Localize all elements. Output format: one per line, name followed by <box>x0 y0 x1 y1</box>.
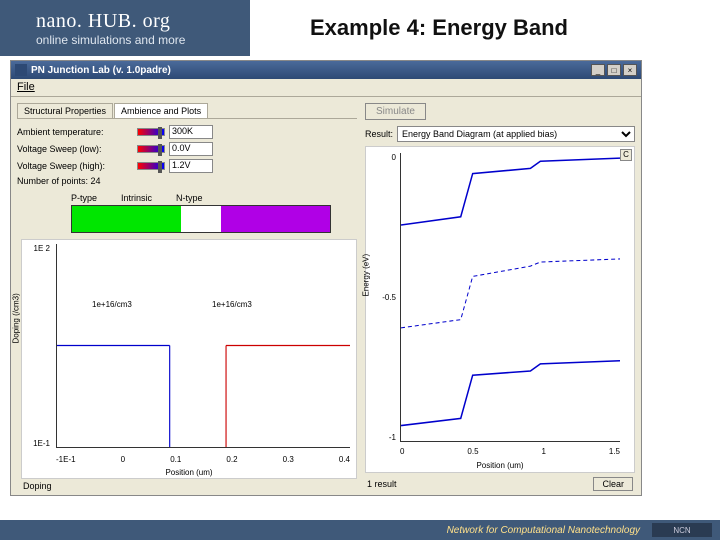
energy-ytick: -1 <box>378 433 396 442</box>
window-title: PN Junction Lab (v. 1.0padre) <box>31 65 589 76</box>
doping-ytick: 1E-1 <box>24 439 50 448</box>
menu-bar: File <box>11 79 641 97</box>
param-vlow: Voltage Sweep (low): 0.0V <box>17 142 357 156</box>
doping-ytick: 1E 2 <box>24 244 50 253</box>
doping-xtick: 0.3 <box>283 455 294 464</box>
doping-xtick: 0.4 <box>339 455 350 464</box>
tab-ambient[interactable]: Ambience and Plots <box>114 103 208 118</box>
minimize-button[interactable]: _ <box>591 64 605 76</box>
doping-xtick: 0.1 <box>170 455 181 464</box>
result-footer: 1 result Clear <box>365 477 635 491</box>
energy-plot-area <box>400 153 620 442</box>
header-title-area: Example 4: Energy Band <box>250 0 720 56</box>
doping-xtick: 0 <box>121 455 125 464</box>
doping-bottom-label: Doping <box>17 479 357 491</box>
energy-xtick: 0 <box>400 447 404 456</box>
page-title: Example 4: Energy Band <box>310 15 568 41</box>
tab-structural[interactable]: Structural Properties <box>17 103 113 118</box>
temperature-value[interactable]: 300K <box>169 125 213 139</box>
doping-xtick: 0.2 <box>226 455 237 464</box>
app-window: PN Junction Lab (v. 1.0padre) _ □ × File… <box>10 60 642 496</box>
vlow-label: Voltage Sweep (low): <box>17 144 137 154</box>
region-n-segment <box>221 206 330 232</box>
region-i-segment <box>181 206 222 232</box>
brand-subtitle: online simulations and more <box>36 33 250 47</box>
energy-ytick: 0 <box>378 153 396 162</box>
simulate-button[interactable]: Simulate <box>365 103 426 120</box>
temperature-label: Ambient temperature: <box>17 127 137 137</box>
doping-xaxis: -1E-1 0 0.1 0.2 0.3 0.4 <box>56 455 350 464</box>
page-header: nano. HUB. org online simulations and mo… <box>0 0 720 56</box>
result-count: 1 result <box>367 479 397 489</box>
left-panel: Structural Properties Ambience and Plots… <box>11 97 361 495</box>
energy-xtick: 1.5 <box>609 447 620 456</box>
doping-ylabel: Doping (/cm3) <box>12 293 21 343</box>
energy-xtick: 1 <box>541 447 545 456</box>
region-n-label: N-type <box>176 193 203 203</box>
vlow-slider[interactable] <box>137 145 165 153</box>
page-footer: Network for Computational Nanotechnology… <box>0 520 720 540</box>
clear-button[interactable]: Clear <box>593 477 633 491</box>
doping-annot-p: 1e+16/cm3 <box>92 300 132 309</box>
close-button[interactable]: × <box>623 64 637 76</box>
energy-ytick: -0.5 <box>378 293 396 302</box>
param-vhigh: Voltage Sweep (high): 1.2V <box>17 159 357 173</box>
region-i-label: Intrinsic <box>121 193 152 203</box>
chart-corner-button[interactable]: C <box>620 149 632 161</box>
result-row: Result: Energy Band Diagram (at applied … <box>365 126 635 142</box>
app-icon <box>15 64 27 76</box>
menu-file[interactable]: File <box>17 81 35 93</box>
doping-xlabel: Position (um) <box>22 468 356 477</box>
vhigh-value[interactable]: 1.2V <box>169 159 213 173</box>
footer-logo: NCN <box>652 523 712 537</box>
energy-chart: C Energy (eV) 0 -0.5 -1 0 0.5 <box>365 146 635 473</box>
vhigh-label: Voltage Sweep (high): <box>17 161 137 171</box>
right-panel: Simulate Result: Energy Band Diagram (at… <box>361 97 641 495</box>
temperature-slider[interactable] <box>137 128 165 136</box>
footer-text: Network for Computational Nanotechnology <box>447 525 640 536</box>
tab-strip: Structural Properties Ambience and Plots <box>17 103 357 119</box>
param-npts: Number of points: 24 <box>17 176 357 186</box>
energy-ylabel: Energy (eV) <box>362 253 371 296</box>
doping-annot-n: 1e+16/cm3 <box>212 300 252 309</box>
maximize-button[interactable]: □ <box>607 64 621 76</box>
brand-title: nano. HUB. org <box>36 10 250 33</box>
energy-yaxis: 0 -0.5 -1 <box>378 153 396 442</box>
energy-xtick: 0.5 <box>467 447 478 456</box>
window-titlebar[interactable]: PN Junction Lab (v. 1.0padre) _ □ × <box>11 61 641 79</box>
energy-plot-svg <box>401 153 620 441</box>
doping-chart: Doping (/cm3) 1E 2 1E-1 1e+16/cm3 1e+16/… <box>21 239 357 479</box>
doping-yaxis: 1E 2 1E-1 <box>24 244 50 448</box>
param-temperature: Ambient temperature: 300K <box>17 125 357 139</box>
header-brand-area: nano. HUB. org online simulations and mo… <box>0 0 250 56</box>
result-label: Result: <box>365 129 393 139</box>
region-labels: P-type Intrinsic N-type <box>71 193 357 203</box>
vhigh-slider[interactable] <box>137 162 165 170</box>
region-p-segment <box>72 206 181 232</box>
energy-xlabel: Position (um) <box>366 461 634 470</box>
doping-plot-area <box>56 244 350 448</box>
region-bar <box>71 205 331 233</box>
npts-label: Number of points: 24 <box>17 176 101 186</box>
simulate-row: Simulate <box>365 103 635 120</box>
vlow-value[interactable]: 0.0V <box>169 142 213 156</box>
energy-xaxis: 0 0.5 1 1.5 <box>400 447 620 456</box>
result-select[interactable]: Energy Band Diagram (at applied bias) <box>397 126 635 142</box>
doping-plot-svg <box>57 244 350 447</box>
doping-xtick: -1E-1 <box>56 455 76 464</box>
region-p-label: P-type <box>71 193 97 203</box>
